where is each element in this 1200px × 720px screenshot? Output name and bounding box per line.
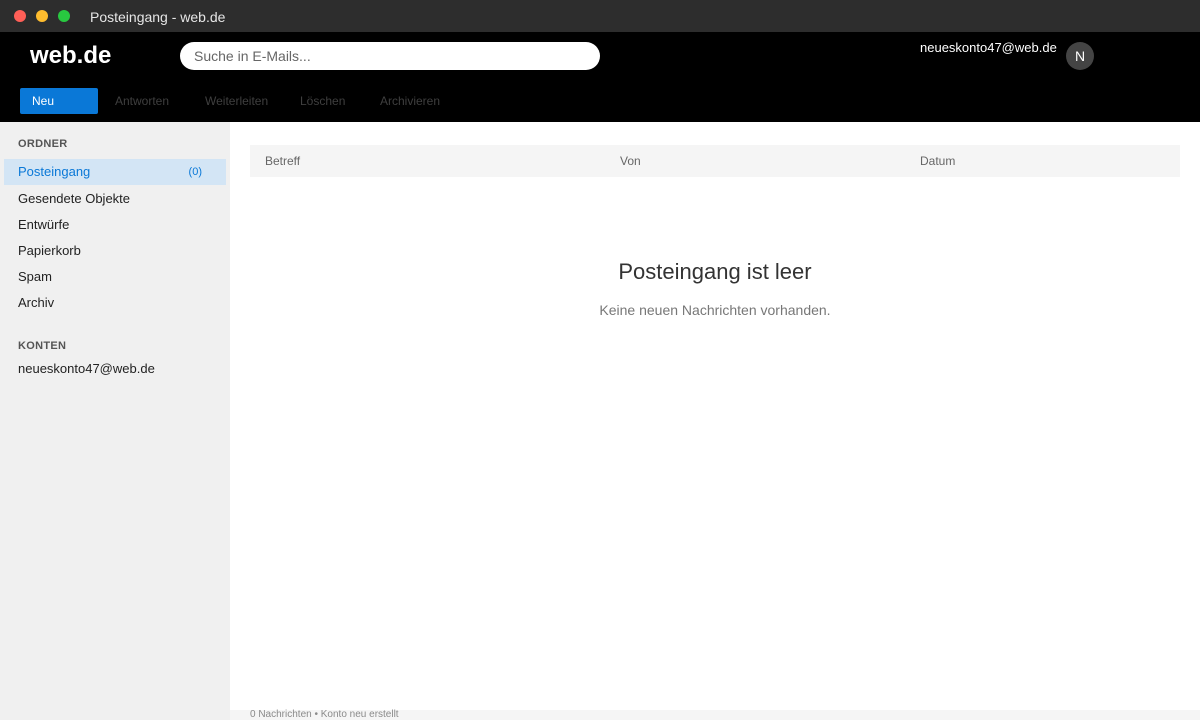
empty-state-title: Posteingang ist leer	[618, 259, 812, 284]
column-header-date[interactable]: Datum	[920, 145, 955, 177]
sidebar-item-inbox[interactable]: Posteingang (0)	[4, 159, 226, 185]
folders-heading: ORDNER	[18, 138, 68, 150]
sidebar-item-label: Spam	[18, 269, 52, 284]
accounts-heading: KONTEN	[18, 340, 67, 352]
archive-button[interactable]: Archivieren	[380, 88, 440, 114]
app-header: web.de neueskonto47@web.de N Neu Antwort…	[0, 32, 1200, 122]
window-minimize-button[interactable]	[36, 10, 48, 22]
reply-button[interactable]: Antworten	[115, 88, 169, 114]
sidebar-item-label: Archiv	[18, 295, 55, 310]
sidebar-item-label: Papierkorb	[18, 243, 81, 258]
status-bar: 0 Nachrichten • Konto neu erstellt	[230, 710, 1200, 720]
delete-button[interactable]: Löschen	[300, 88, 345, 114]
sidebar-item-label: Posteingang	[18, 164, 91, 179]
window-maximize-button[interactable]	[58, 10, 70, 22]
sidebar-item-label: Entwürfe	[18, 217, 70, 232]
title-bar: Posteingang - web.de	[0, 0, 1200, 32]
forward-button[interactable]: Weiterleiten	[205, 88, 268, 114]
search-input[interactable]	[180, 42, 600, 70]
app-logo[interactable]: web.de	[30, 42, 111, 70]
sidebar-item-spam[interactable]: Spam	[4, 264, 226, 290]
sidebar-item-account[interactable]: neueskonto47@web.de	[18, 361, 155, 377]
window-title: Posteingang - web.de	[90, 9, 226, 25]
user-email: neueskonto47@web.de	[920, 40, 1057, 55]
column-header-from[interactable]: Von	[620, 145, 641, 177]
mail-window: Posteingang - web.de web.de neueskonto47…	[0, 0, 1200, 720]
unread-count-badge: (0)	[188, 166, 202, 178]
sidebar-item-sent[interactable]: Gesendete Objekte	[4, 186, 226, 212]
sidebar-item-trash[interactable]: Papierkorb	[4, 238, 226, 264]
empty-state-text: Keine neuen Nachrichten vorhanden.	[599, 302, 831, 318]
sidebar-item-archive[interactable]: Archiv	[4, 290, 226, 316]
column-header-subject[interactable]: Betreff	[265, 145, 300, 177]
sidebar: ORDNER Posteingang (0) Gesendete Objekte…	[0, 122, 230, 720]
sidebar-item-drafts[interactable]: Entwürfe	[4, 212, 226, 238]
window-close-button[interactable]	[14, 10, 26, 22]
sidebar-item-label: Gesendete Objekte	[18, 191, 131, 206]
new-mail-button[interactable]: Neu	[20, 88, 98, 114]
message-list-pane: Betreff Von Datum Posteingang ist leer K…	[230, 122, 1200, 710]
avatar[interactable]: N	[1066, 42, 1094, 70]
status-text: 0 Nachrichten • Konto neu erstellt	[250, 709, 399, 720]
message-list-header: Betreff Von Datum	[250, 145, 1180, 177]
